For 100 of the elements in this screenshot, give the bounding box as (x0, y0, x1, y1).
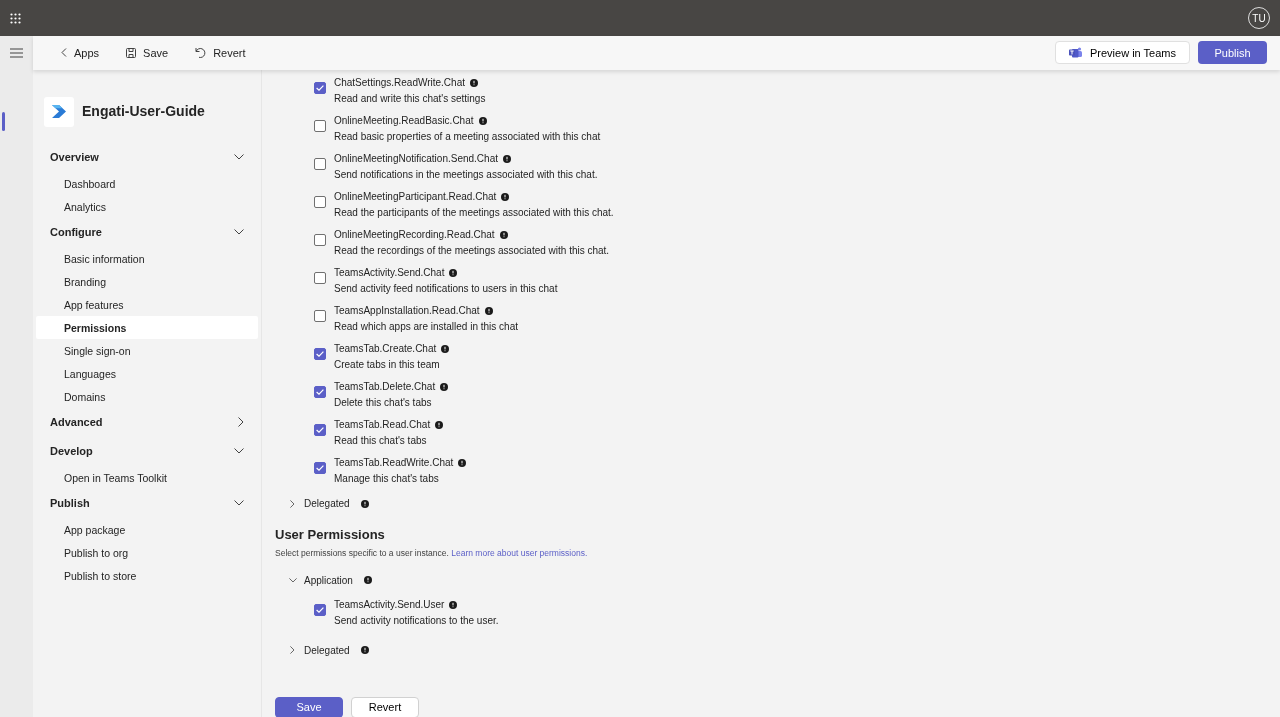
permission-name: TeamsTab.ReadWrite.Chat (334, 455, 454, 470)
section-description: Select permissions specific to a user instance. Learn more about user permissions. (275, 547, 589, 561)
checkbox[interactable] (314, 604, 326, 617)
checkbox[interactable] (314, 81, 326, 94)
permission-name: OnlineMeetingParticipant.Read.Chat (334, 189, 497, 204)
group-toggle[interactable]: Delegated (288, 639, 369, 662)
permission-description: Read the participants of the meetings associated with this chat. (334, 205, 614, 220)
nav-item[interactable]: Branding (36, 269, 258, 293)
checkmark-icon (316, 388, 324, 395)
app-name: Engati-User-Guide (82, 102, 205, 122)
chevron-right-icon (290, 646, 295, 655)
nav-item[interactable]: Domains (36, 384, 258, 408)
nav-item[interactable]: Publish to org (36, 540, 258, 564)
nav-item[interactable]: Publish to store (36, 563, 258, 587)
group-toggle[interactable]: Application (288, 569, 372, 592)
info-icon (501, 192, 510, 201)
checkbox[interactable] (314, 423, 326, 436)
permission-name: OnlineMeeting.ReadBasic.Chat (334, 113, 474, 128)
teams-icon (1069, 47, 1082, 59)
permission-name: TeamsTab.Create.Chat (334, 341, 437, 356)
chevron-down-icon (234, 229, 244, 236)
back-button[interactable]: Apps (61, 44, 100, 62)
permission-name: OnlineMeetingNotification.Send.Chat (334, 151, 498, 166)
nav-item[interactable]: App features (36, 292, 258, 316)
permission-description: Read basic properties of a meeting associated with this chat (334, 129, 601, 144)
nav-item[interactable]: Dashboard (36, 171, 258, 195)
nav-item[interactable]: Basic information (36, 246, 258, 270)
permission-description: Read and write this chat's settings (334, 91, 486, 106)
permission-description: Manage this chat's tabs (334, 471, 440, 486)
checkmark-icon (316, 607, 324, 614)
info-icon (363, 576, 372, 585)
permission-description: Send notifications in the meetings associated with this chat. (334, 167, 598, 182)
permission-name: TeamsTab.Delete.Chat (334, 379, 436, 394)
chevron-right-icon (238, 417, 244, 428)
chevron-left-icon (61, 48, 67, 58)
permission-name: ChatSettings.ReadWrite.Chat (334, 75, 465, 90)
permission-description: Read which apps are installed in this chat (334, 319, 518, 334)
permission-description: Delete this chat's tabs (334, 395, 433, 410)
nav-item[interactable]: Single sign-on (36, 338, 258, 362)
info-icon (499, 230, 508, 239)
info-icon (360, 499, 369, 508)
chevron-logo-icon (52, 105, 66, 119)
info-icon (478, 116, 487, 125)
nav-section[interactable]: Publish (36, 488, 258, 518)
checkmark-icon (316, 464, 324, 471)
checkbox[interactable] (314, 271, 326, 284)
chevron-down-icon (234, 448, 244, 455)
checkbox[interactable] (314, 157, 326, 170)
learn-more-link[interactable]: Learn more about user permissions. (451, 548, 588, 559)
checkbox[interactable] (314, 309, 326, 322)
preview-button[interactable]: Preview in Teams (1055, 41, 1190, 65)
save-button[interactable]: Save (275, 697, 343, 717)
chevron-down-icon (234, 500, 244, 507)
info-icon (360, 646, 369, 655)
checkbox[interactable] (314, 233, 326, 246)
checkbox[interactable] (314, 119, 326, 132)
save-icon (126, 47, 137, 58)
undo-icon (195, 47, 207, 59)
nav-item[interactable]: Permissions (36, 315, 258, 339)
nav-item[interactable]: Analytics (36, 194, 258, 218)
permission-name: TeamsActivity.Send.User (334, 598, 445, 613)
permission-name: TeamsTab.Read.Chat (334, 417, 431, 432)
nav-item[interactable]: Open in Teams Toolkit (36, 465, 258, 489)
permission-description: Read this chat's tabs (334, 433, 428, 448)
permission-name: TeamsActivity.Send.Chat (334, 265, 445, 280)
revert-button[interactable]: Revert (195, 44, 246, 62)
info-icon (470, 78, 478, 87)
checkbox[interactable] (314, 195, 326, 208)
checkbox[interactable] (314, 347, 326, 360)
permission-description: Create tabs in this team (334, 357, 441, 372)
permission-name: OnlineMeetingRecording.Read.Chat (334, 227, 495, 242)
info-icon (435, 420, 444, 429)
active-indicator (2, 112, 5, 131)
checkmark-icon (316, 84, 324, 91)
info-icon (503, 154, 511, 163)
nav-section[interactable]: Advanced (36, 407, 258, 437)
nav-section[interactable]: Develop (36, 436, 258, 466)
permission-name: TeamsAppInstallation.Read.Chat (334, 303, 480, 318)
info-icon (484, 306, 493, 315)
revert-button[interactable]: Revert (351, 697, 419, 717)
info-icon (449, 601, 458, 610)
nav-item[interactable]: Languages (36, 361, 258, 385)
app-launcher-icon[interactable] (10, 12, 21, 24)
chevron-right-icon (290, 499, 295, 508)
section-heading: User Permissions (275, 525, 386, 544)
chevron-down-icon (288, 577, 297, 583)
nav-section[interactable]: Configure (36, 217, 258, 247)
save-button[interactable]: Save (126, 44, 169, 62)
checkbox[interactable] (314, 385, 326, 398)
permission-description: Read the recordings of the meetings associated with this chat. (334, 243, 610, 258)
publish-button[interactable]: Publish (1198, 41, 1267, 65)
nav-section[interactable]: Overview (36, 142, 258, 172)
info-icon (441, 344, 450, 353)
checkbox[interactable] (314, 461, 326, 474)
info-icon (449, 268, 458, 277)
nav-item[interactable]: App package (36, 517, 258, 541)
info-icon (440, 382, 449, 391)
group-toggle[interactable]: Delegated (288, 492, 369, 515)
permission-description: Send activity feed notifications to users in this chat (334, 281, 558, 296)
permission-description: Send activity notifications to the user. (334, 614, 499, 629)
